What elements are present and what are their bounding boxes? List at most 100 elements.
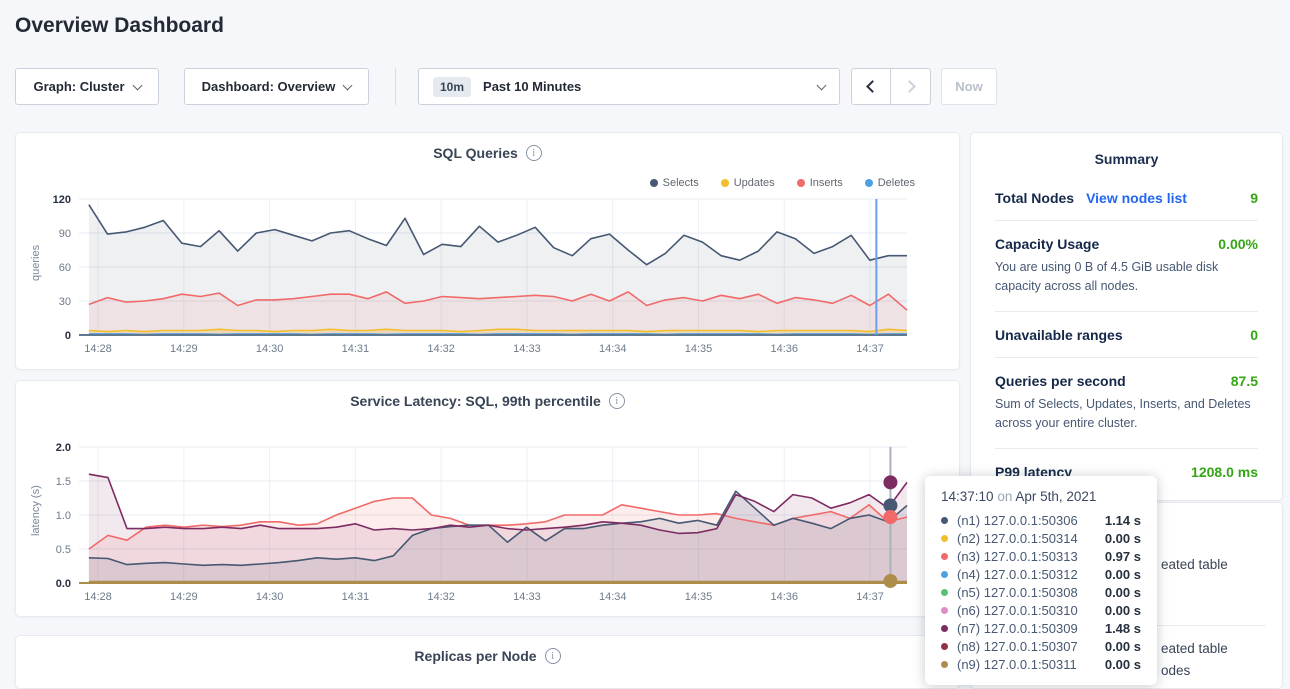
time-range-label: Past 10 Minutes xyxy=(483,79,581,94)
svg-text:14:34: 14:34 xyxy=(599,343,627,355)
svg-text:14:36: 14:36 xyxy=(771,343,799,355)
page-title: Overview Dashboard xyxy=(15,14,224,38)
svg-text:14:28: 14:28 xyxy=(84,591,112,603)
tooltip-row-n1: (n1) 127.0.0.1:503061.14 s xyxy=(941,511,1141,529)
replicas-per-node-title: Replicas per Node xyxy=(414,648,536,664)
tooltip-row-n4: (n4) 127.0.0.1:503120.00 s xyxy=(941,565,1141,583)
svg-text:60: 60 xyxy=(59,262,71,274)
qps-description: Sum of Selects, Updates, Inserts, and De… xyxy=(995,395,1258,434)
node-dot-icon xyxy=(941,589,948,596)
node-dot-icon xyxy=(941,625,948,632)
dashboard-dropdown[interactable]: Dashboard: Overview xyxy=(184,68,369,105)
time-prev-button[interactable] xyxy=(851,68,891,105)
legend-item-updates[interactable]: Updates xyxy=(721,177,775,189)
svg-text:14:30: 14:30 xyxy=(256,591,284,603)
tooltip-row-n9: (n9) 127.0.0.1:503110.00 s xyxy=(941,655,1141,673)
graph-dropdown[interactable]: Graph: Cluster xyxy=(15,68,159,105)
svg-text:90: 90 xyxy=(59,228,71,240)
time-next-button[interactable] xyxy=(891,68,931,105)
time-nav-group xyxy=(851,68,931,105)
node-dot-icon xyxy=(941,517,948,524)
svg-text:14:29: 14:29 xyxy=(170,343,198,355)
svg-text:14:37: 14:37 xyxy=(856,591,884,603)
svg-text:14:31: 14:31 xyxy=(342,591,370,603)
tooltip-row-n8: (n8) 127.0.0.1:503070.00 s xyxy=(941,637,1141,655)
graph-dropdown-label: Graph: Cluster xyxy=(33,79,124,94)
sql-queries-card: SQL Queries i Selects Updates Inserts De… xyxy=(15,132,960,370)
sql-queries-title: SQL Queries xyxy=(433,145,518,161)
info-icon[interactable]: i xyxy=(526,145,542,161)
svg-text:14:32: 14:32 xyxy=(427,343,455,355)
node-dot-icon xyxy=(941,535,948,542)
legend-item-selects[interactable]: Selects xyxy=(650,177,699,189)
summary-row-capacity: Capacity Usage 0.00% You are using 0 B o… xyxy=(995,220,1258,311)
tooltip-row-n2: (n2) 127.0.0.1:503140.00 s xyxy=(941,529,1141,547)
tooltip-timestamp: 14:37:10 on Apr 5th, 2021 xyxy=(941,489,1141,504)
chart-hover-tooltip: 14:37:10 on Apr 5th, 2021 (n1) 127.0.0.1… xyxy=(925,476,1157,685)
legend-item-deletes[interactable]: Deletes xyxy=(865,177,915,189)
now-button[interactable]: Now xyxy=(941,68,997,105)
summary-row-unavailable-ranges: Unavailable ranges 0 xyxy=(995,311,1258,357)
capacity-usage-label: Capacity Usage xyxy=(995,236,1099,252)
capacity-usage-value: 0.00% xyxy=(1218,236,1258,252)
total-nodes-label: Total Nodes xyxy=(995,190,1074,206)
deletes-dot-icon xyxy=(865,179,873,187)
time-range-dropdown[interactable]: 10m Past 10 Minutes xyxy=(418,68,840,105)
info-icon[interactable]: i xyxy=(545,648,561,664)
svg-text:14:32: 14:32 xyxy=(427,591,455,603)
chevron-down-icon xyxy=(343,80,353,90)
chevron-down-icon xyxy=(817,80,827,90)
chevron-down-icon xyxy=(132,80,142,90)
svg-text:14:33: 14:33 xyxy=(513,343,541,355)
legend-item-inserts[interactable]: Inserts xyxy=(797,177,843,189)
svg-text:0.0: 0.0 xyxy=(56,578,71,590)
tooltip-row-n5: (n5) 127.0.0.1:503080.00 s xyxy=(941,583,1141,601)
capacity-usage-description: You are using 0 B of 4.5 GiB usable disk… xyxy=(995,258,1258,297)
service-latency-chart[interactable]: 14:2814:2914:3014:3114:3214:3314:3414:35… xyxy=(16,439,959,609)
replicas-per-node-card: Replicas per Node i xyxy=(15,635,960,689)
tooltip-row-n6: (n6) 127.0.0.1:503100.00 s xyxy=(941,601,1141,619)
svg-text:14:36: 14:36 xyxy=(771,591,799,603)
node-dot-icon xyxy=(941,571,948,578)
sql-queries-chart[interactable]: 14:28 14:29 14:30 14:31 14:32 14:33 14:34 14:35… xyxy=(16,191,959,361)
svg-text:14:35: 14:35 xyxy=(685,343,713,355)
summary-panel: Summary Total Nodes View nodes list 9 Ca… xyxy=(970,132,1283,501)
summary-row-qps: Queries per second 87.5 Sum of Selects, … xyxy=(995,357,1258,448)
svg-text:14:28: 14:28 xyxy=(84,343,112,355)
svg-text:0: 0 xyxy=(65,330,71,342)
time-range-badge: 10m xyxy=(433,77,471,97)
svg-text:0.5: 0.5 xyxy=(56,544,71,556)
info-icon[interactable]: i xyxy=(609,393,625,409)
event-row-fragment: eated table xyxy=(1161,641,1228,656)
dashboard-dropdown-label: Dashboard: Overview xyxy=(202,79,336,94)
node-dot-icon xyxy=(941,553,948,560)
selects-dot-icon xyxy=(650,179,658,187)
qps-value: 87.5 xyxy=(1231,373,1258,389)
tooltip-row-n3: (n3) 127.0.0.1:503130.97 s xyxy=(941,547,1141,565)
total-nodes-value: 9 xyxy=(1250,190,1258,206)
service-latency-card: Service Latency: SQL, 99th percentile i … xyxy=(15,380,960,617)
event-row-fragment: eated table xyxy=(1161,557,1228,572)
svg-text:30: 30 xyxy=(59,296,71,308)
chevron-right-icon xyxy=(903,80,916,93)
controls-divider xyxy=(395,68,396,105)
qps-label: Queries per second xyxy=(995,373,1126,389)
svg-text:2.0: 2.0 xyxy=(56,442,71,454)
sql-queries-legend: Selects Updates Inserts Deletes xyxy=(650,177,915,189)
unavailable-ranges-value: 0 xyxy=(1250,327,1258,343)
inserts-dot-icon xyxy=(797,179,805,187)
svg-text:14:33: 14:33 xyxy=(513,591,541,603)
svg-text:14:34: 14:34 xyxy=(599,591,627,603)
svg-text:14:31: 14:31 xyxy=(342,343,370,355)
view-nodes-list-link[interactable]: View nodes list xyxy=(1086,190,1187,206)
svg-text:1.0: 1.0 xyxy=(56,510,71,522)
updates-dot-icon xyxy=(721,179,729,187)
summary-title: Summary xyxy=(995,151,1258,167)
svg-text:14:37: 14:37 xyxy=(856,343,884,355)
event-row-fragment: odes xyxy=(1161,663,1190,678)
svg-text:14:30: 14:30 xyxy=(256,343,284,355)
summary-row-total-nodes: Total Nodes View nodes list 9 xyxy=(995,175,1258,220)
svg-text:14:35: 14:35 xyxy=(685,591,713,603)
svg-text:1.5: 1.5 xyxy=(56,476,71,488)
node-dot-icon xyxy=(941,607,948,614)
